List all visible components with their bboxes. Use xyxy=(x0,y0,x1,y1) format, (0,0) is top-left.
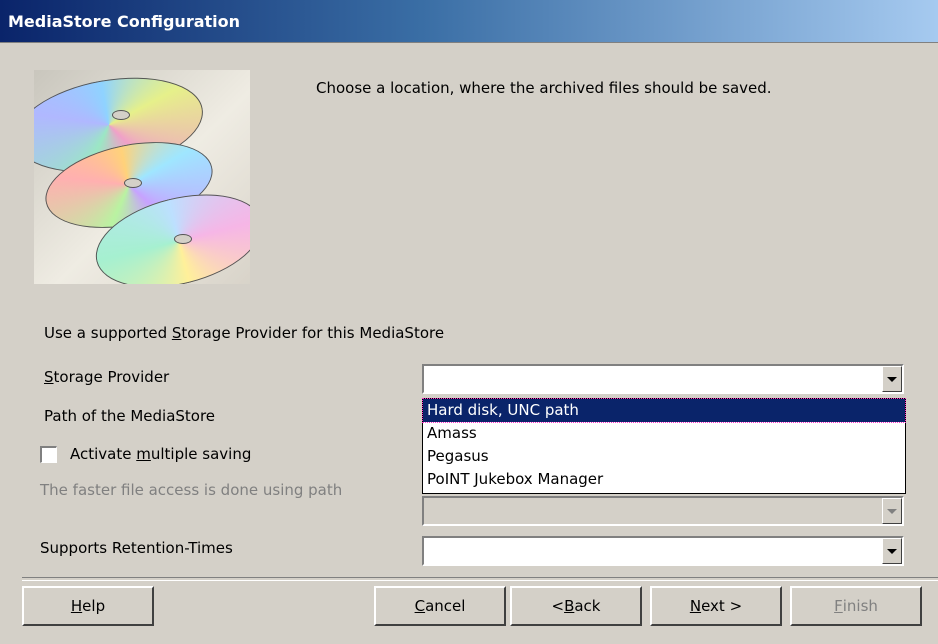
cd-discs-image xyxy=(34,70,250,284)
retention-dropdown-button[interactable] xyxy=(882,538,902,564)
storage-provider-combobox[interactable] xyxy=(422,364,904,394)
back-button[interactable]: < Back xyxy=(510,586,642,626)
help-button[interactable]: Help xyxy=(22,586,154,626)
retention-label: Supports Retention-Times xyxy=(40,539,233,557)
chevron-down-icon xyxy=(887,548,897,554)
button-separator xyxy=(22,577,938,581)
finish-button: Finish xyxy=(790,586,922,626)
header-divider xyxy=(0,42,938,43)
chevron-down-icon xyxy=(887,508,897,514)
storage-provider-label: Storage Provider xyxy=(44,368,170,386)
multi-saving-label[interactable]: Activate multiple saving xyxy=(70,445,251,463)
dropdown-option[interactable]: Pegasus xyxy=(423,445,905,468)
cancel-button[interactable]: Cancel xyxy=(374,586,506,626)
dropdown-option[interactable]: PoINT Jukebox Manager xyxy=(423,468,905,491)
storage-provider-dropdown-button[interactable] xyxy=(882,366,902,392)
retention-combobox[interactable] xyxy=(422,536,904,566)
fast-access-dropdown-button xyxy=(882,498,902,524)
fast-access-label: The faster file access is done using pat… xyxy=(40,481,343,499)
storage-provider-dropdown-list[interactable]: Hard disk, UNC path Amass Pegasus PoINT … xyxy=(422,398,906,494)
title-bar: MediaStore Configuration xyxy=(0,0,938,42)
path-label: Path of the MediaStore xyxy=(44,407,216,425)
storage-group-label: Use a supported Storage Provider for thi… xyxy=(44,324,445,342)
intro-description: Choose a location, where the archived fi… xyxy=(316,79,772,97)
dropdown-option[interactable]: Amass xyxy=(423,422,905,445)
dropdown-option[interactable]: Hard disk, UNC path xyxy=(422,398,906,423)
window-title: MediaStore Configuration xyxy=(8,12,241,31)
fast-access-combobox xyxy=(422,496,904,526)
chevron-down-icon xyxy=(887,376,897,382)
multi-saving-checkbox[interactable] xyxy=(40,446,57,463)
next-button[interactable]: Next > xyxy=(650,586,782,626)
